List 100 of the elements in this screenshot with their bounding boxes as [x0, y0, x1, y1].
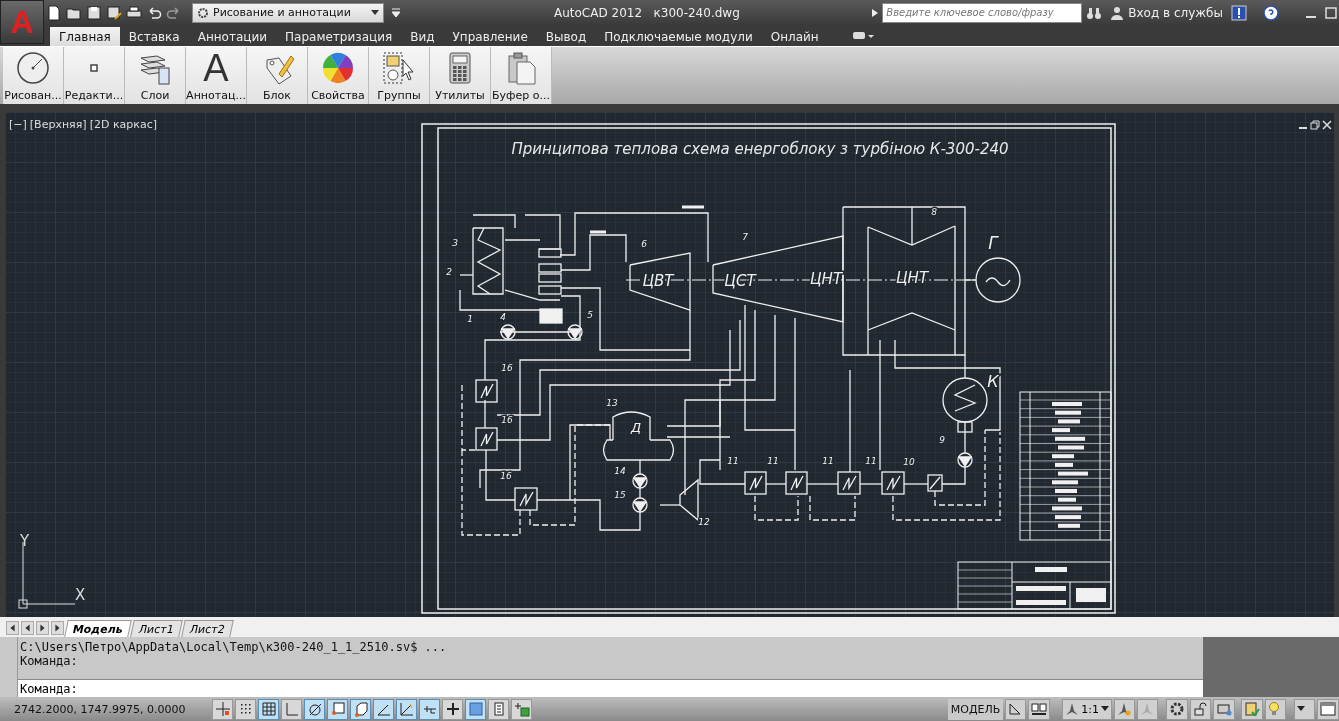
letter-icon: A: [203, 50, 229, 86]
ribbon-tab[interactable]: Главная: [50, 27, 120, 46]
layer-check-icon: [1244, 701, 1260, 717]
status-toggle-button[interactable]: [304, 698, 325, 720]
new-file-icon[interactable]: [46, 4, 62, 21]
drawing-label: ЦВТ: [642, 272, 674, 290]
drawing-label: 9: [939, 435, 945, 445]
maximize-icon[interactable]: [1323, 4, 1339, 21]
annotation-icon: [1065, 702, 1080, 716]
annotation-icon: [1140, 702, 1154, 716]
ribbon-tab[interactable]: Вставка: [119, 27, 189, 46]
status-toggle-button[interactable]: [488, 698, 509, 720]
ribbon-panel-button[interactable]: Утилиты: [430, 47, 491, 104]
drawing-label: 16: [501, 363, 513, 373]
layout-tab[interactable]: Модель: [64, 620, 132, 637]
point-icon: [90, 64, 98, 72]
ribbon-panel-button[interactable]: Редакти...: [64, 47, 125, 104]
layout-tab[interactable]: Лист1: [130, 620, 183, 637]
drawing-label: 11: [727, 456, 739, 466]
drawing-label: 3: [452, 238, 458, 248]
redo-icon[interactable]: [166, 4, 182, 21]
drawing-label: 11: [865, 456, 877, 466]
ucs-icon: [398, 701, 415, 717]
selection-cycling-icon: [513, 701, 530, 717]
ribbon-tab[interactable]: Вид: [401, 27, 444, 46]
status-toggle-button[interactable]: [373, 698, 394, 720]
osnap-icon: [329, 701, 346, 717]
status-toggle-button[interactable]: [327, 698, 348, 720]
drawing-label: 7: [742, 232, 748, 242]
sheet-icon: [1008, 702, 1023, 716]
ribbon-tab[interactable]: Аннотации: [188, 27, 277, 46]
drawing-label: 12: [698, 517, 710, 527]
save-icon[interactable]: [86, 4, 102, 21]
ortho-icon: [283, 701, 300, 717]
save-as-icon[interactable]: [106, 4, 122, 21]
hardware-button[interactable]: [1213, 698, 1235, 720]
clean-screen-button[interactable]: [1317, 698, 1339, 720]
undo-icon[interactable]: [146, 4, 162, 21]
command-grip[interactable]: [0, 637, 18, 697]
coordinates-readout: 2742.2000, 1747.9975, 0.0000: [14, 702, 187, 716]
ribbon-tab[interactable]: Подключаемые модули: [595, 27, 762, 46]
status-toggle-button[interactable]: [350, 698, 371, 720]
lightbulb-button[interactable]: [1265, 698, 1286, 720]
status-toggle-button[interactable]: [235, 698, 256, 720]
annotation-visibility-button[interactable]: [1114, 698, 1135, 720]
ribbon-tab[interactable]: Вывод: [536, 27, 596, 46]
caret-icon: [371, 9, 379, 16]
layout-view-button[interactable]: [1005, 698, 1027, 720]
ribbon-panel-button[interactable]: Свойства: [308, 47, 369, 104]
drawing-label: 15: [614, 490, 626, 500]
status-toggle-button[interactable]: [212, 698, 233, 720]
status-toggle-button[interactable]: [511, 698, 532, 720]
padlock-icon: [1193, 702, 1207, 716]
layout-tab[interactable]: Лист2: [180, 620, 234, 637]
ribbon-panel-button[interactable]: Буфер о...: [491, 47, 552, 104]
sign-in-button[interactable]: Вход в службы: [1106, 5, 1227, 20]
model-space-button[interactable]: МОДЕЛЬ: [947, 698, 1004, 720]
lightbulb-icon: [1268, 701, 1280, 717]
workspace-button[interactable]: [1166, 698, 1188, 720]
lock-button[interactable]: [1190, 698, 1211, 720]
next-tab-icon[interactable]: [51, 621, 64, 635]
viewport-control[interactable]: [Верхняя]: [29, 118, 87, 131]
previous-tab-icon[interactable]: [21, 621, 34, 635]
status-toggle-button[interactable]: [419, 698, 440, 720]
next-tab-icon[interactable]: [36, 621, 49, 635]
viewports-button[interactable]: [1028, 698, 1051, 720]
status-toggle-button[interactable]: [442, 698, 463, 720]
drawing-label: ЦНТ: [895, 269, 929, 287]
user-icon: [1110, 5, 1125, 20]
annotation-scale-button[interactable]: 1:1: [1062, 698, 1112, 720]
status-toggle-button[interactable]: [281, 698, 302, 720]
drawing-label: ЦСТ: [724, 272, 756, 290]
isolate-button[interactable]: [1241, 698, 1263, 720]
viewport-control[interactable]: [2D каркас]: [89, 118, 157, 131]
ribbon-tab[interactable]: Онлайн: [761, 27, 828, 46]
polar-icon: [306, 701, 323, 717]
ribbon-panel-button[interactable]: Группы: [369, 47, 430, 104]
ribbon-tab[interactable]: Управление: [443, 27, 537, 46]
viewport-control[interactable]: [−]: [9, 118, 27, 131]
ribbon-tab[interactable]: Параметризация: [276, 27, 402, 46]
workspace-dropdown[interactable]: Рисование и аннотации: [192, 2, 384, 23]
status-toggle-button[interactable]: [465, 698, 486, 720]
help-icon[interactable]: [1263, 4, 1279, 21]
status-menu-button[interactable]: [1294, 698, 1315, 720]
search-field[interactable]: Введите ключевое слово/фразу: [882, 2, 1083, 23]
command-input[interactable]: Команда:: [18, 679, 1203, 697]
exclamation-icon[interactable]: [1231, 4, 1247, 21]
print-icon[interactable]: [126, 4, 142, 21]
drawing-label: 11: [767, 456, 779, 466]
ribbon-panel-button[interactable]: Блок: [247, 47, 308, 104]
ribbon-panel-button[interactable]: Рисован...: [3, 47, 64, 104]
restore-icon[interactable]: [1310, 120, 1320, 130]
close-icon[interactable]: [1322, 120, 1332, 130]
ucs-y-label: Y: [20, 532, 30, 550]
ribbon-panel-button[interactable]: Слои: [125, 47, 186, 104]
previous-tab-icon[interactable]: [6, 621, 19, 635]
status-toggle-button[interactable]: [396, 698, 417, 720]
status-toggle-button[interactable]: [258, 698, 279, 720]
drawing-label: 6: [641, 239, 647, 249]
ribbon-panel-button[interactable]: A Аннотац...: [186, 47, 247, 104]
